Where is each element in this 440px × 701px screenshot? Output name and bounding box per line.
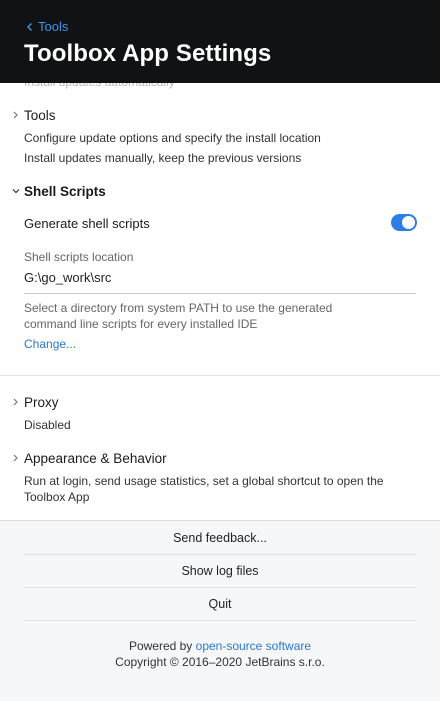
- section-tools-title: Tools: [24, 107, 56, 123]
- copyright: Copyright © 2016–2020 JetBrains s.r.o.: [115, 655, 325, 669]
- powered-by-prefix: Powered by: [128, 639, 196, 653]
- chevron-down-icon: [12, 189, 20, 194]
- generate-shell-scripts-label: Generate shell scripts: [24, 216, 150, 231]
- chevron-right-icon: [13, 398, 18, 406]
- send-feedback-button[interactable]: Send feedback...: [24, 522, 416, 555]
- quit-button[interactable]: Quit: [24, 588, 416, 621]
- chevron-left-icon: [27, 22, 32, 31]
- section-appearance-title: Appearance & Behavior: [24, 450, 167, 466]
- shell-scripts-location-label: Shell scripts location: [24, 250, 134, 264]
- section-tools[interactable]: Tools: [8, 107, 56, 123]
- section-shell-scripts-title: Shell Scripts: [24, 183, 106, 199]
- section-divider: [0, 375, 440, 376]
- shell-scripts-help-2: command line scripts for every installed…: [24, 317, 258, 331]
- tools-description-1: Configure update options and specify the…: [24, 131, 321, 145]
- chevron-right-icon: [13, 454, 18, 462]
- appearance-description-2: Toolbox App: [24, 490, 90, 504]
- generate-shell-scripts-toggle[interactable]: [391, 214, 417, 231]
- shell-scripts-help-1: Select a directory from system PATH to u…: [24, 301, 333, 315]
- tools-description-2: Install updates manually, keep the previ…: [24, 151, 302, 165]
- back-link-label: Tools: [38, 19, 69, 34]
- appearance-description-1: Run at login, send usage statistics, set…: [24, 474, 384, 488]
- proxy-status: Disabled: [24, 418, 71, 432]
- change-location-link[interactable]: Change...: [24, 337, 76, 351]
- chevron-right-icon: [13, 111, 18, 119]
- powered-by: Powered by open-source software: [0, 639, 440, 653]
- footer: Send feedback... Show log files Quit Pow…: [0, 520, 440, 701]
- section-appearance[interactable]: Appearance & Behavior: [8, 450, 167, 466]
- back-link[interactable]: Tools: [24, 19, 68, 34]
- section-shell-scripts[interactable]: Shell Scripts: [8, 183, 106, 199]
- shell-scripts-location-field[interactable]: G:\go_work\src: [24, 268, 416, 294]
- page-title: Toolbox App Settings: [24, 40, 272, 67]
- show-log-files-button[interactable]: Show log files: [24, 555, 416, 588]
- open-source-link[interactable]: open-source software: [196, 639, 311, 653]
- section-proxy[interactable]: Proxy: [8, 394, 59, 410]
- toggle-knob: [402, 216, 415, 229]
- section-proxy-title: Proxy: [24, 394, 59, 410]
- header-bar: Tools Toolbox App Settings: [0, 0, 440, 83]
